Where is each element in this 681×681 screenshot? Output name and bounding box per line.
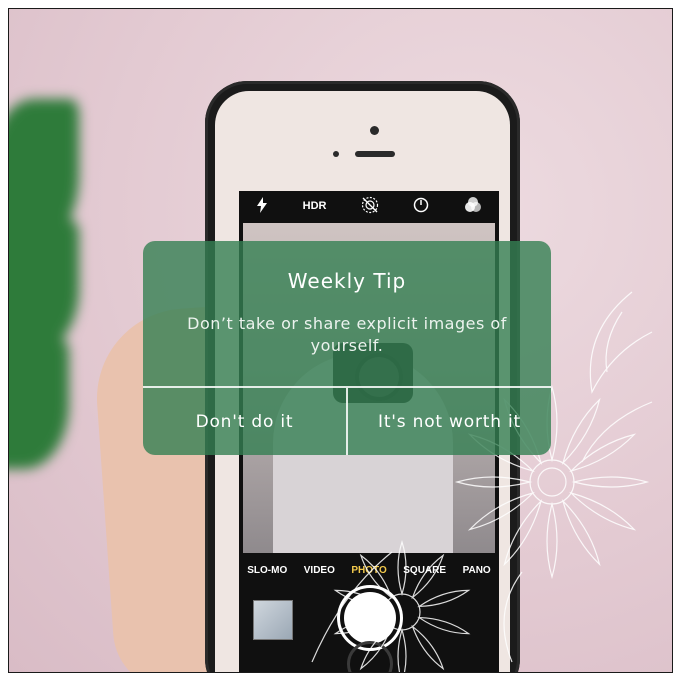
filters-icon[interactable] xyxy=(464,196,482,216)
live-photo-icon[interactable] xyxy=(361,196,379,217)
not-worth-it-button[interactable]: It's not worth it xyxy=(348,388,551,455)
photo-frame: HDR SLO-MO VIDEO PHOTO SQUARE PANO Weekl… xyxy=(8,8,673,673)
camera-toolbar: HDR xyxy=(239,191,499,221)
sensor-dot xyxy=(333,151,339,157)
front-camera xyxy=(370,126,379,135)
dialog-title: Weekly Tip xyxy=(287,269,407,293)
blurred-plant xyxy=(9,99,89,519)
dialog-message: Don’t take or share explicit images of y… xyxy=(187,314,507,355)
timer-icon[interactable] xyxy=(413,197,429,216)
dont-do-it-button[interactable]: Don't do it xyxy=(143,388,346,455)
earpiece-speaker xyxy=(355,151,395,157)
weekly-tip-dialog: Weekly Tip Don’t take or share explicit … xyxy=(143,241,551,455)
flash-icon[interactable] xyxy=(256,196,268,216)
hdr-toggle[interactable]: HDR xyxy=(303,200,327,212)
